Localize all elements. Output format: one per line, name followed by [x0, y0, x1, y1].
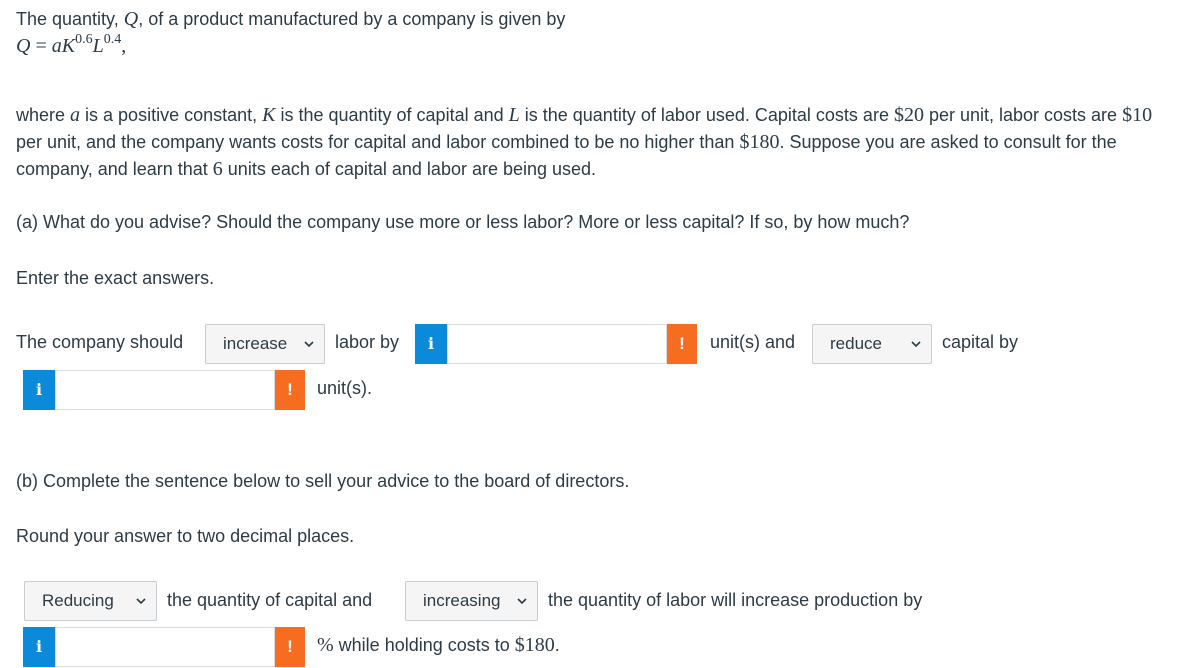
problem-text-2: is a positive constant, — [80, 105, 263, 125]
problem-text-6: per unit, and the company wants costs fo… — [16, 132, 740, 152]
var-k: K — [262, 104, 276, 126]
percent-sign: % — [317, 634, 334, 656]
intro-rest: , of a product manufactured by a company… — [138, 9, 566, 29]
formula-end: , — [121, 35, 127, 57]
part-a-text-2: labor by — [335, 332, 400, 352]
warning-icon[interactable]: ! — [275, 370, 305, 410]
warning-icon[interactable]: ! — [667, 324, 697, 364]
labor-amount-input[interactable] — [447, 324, 667, 364]
capital-action-select[interactable]: Reducing — [24, 581, 157, 621]
formula: Q = aK0.6L0.4, — [16, 32, 127, 58]
part-b-text-3: % while holding costs to $180. — [317, 625, 560, 665]
part-b-end: . — [554, 635, 560, 655]
capital-direction-select[interactable]: reduce — [812, 324, 932, 364]
var-a: a — [70, 104, 81, 126]
part-b-instruction: Round your answer to two decimal places. — [16, 526, 355, 546]
cost-labor: $10 — [1122, 104, 1153, 126]
part-a-text-1: The company should — [16, 332, 184, 352]
intro-line: The quantity, Q, of a product manufactur… — [16, 8, 565, 31]
var-q: Q — [123, 8, 139, 30]
part-b-text-2: the quantity of labor will increase prod… — [548, 590, 923, 610]
problem-paragraph: where a is a positive constant, K is the… — [16, 102, 1181, 183]
cost-capital: $20 — [893, 104, 924, 126]
capital-direction-value: reduce — [830, 334, 882, 353]
labor-action-value: increasing — [423, 591, 501, 610]
formula-q: Q — [16, 35, 31, 57]
info-icon[interactable]: i — [415, 324, 447, 364]
chevron-down-icon — [304, 341, 314, 348]
warning-icon[interactable]: ! — [275, 627, 305, 667]
labor-direction-value: increase — [223, 334, 288, 353]
formula-l: L — [92, 35, 104, 57]
info-icon[interactable]: i — [23, 627, 55, 667]
chevron-down-icon — [911, 341, 921, 348]
cost-max-b: $180 — [514, 634, 555, 656]
formula-l-exp: 0.4 — [103, 32, 122, 47]
question-panel: The quantity, Q, of a product manufactur… — [0, 0, 1191, 668]
formula-eq: = — [30, 35, 52, 57]
part-b-question: (b) Complete the sentence below to sell … — [16, 471, 630, 491]
labor-action-select[interactable]: increasing — [405, 581, 538, 621]
labor-direction-select[interactable]: increase — [205, 324, 325, 364]
units-count: 6 — [212, 158, 223, 180]
problem-text-4: is the quantity of labor used. Capital c… — [519, 105, 894, 125]
problem-text-3: is the quantity of capital and — [275, 105, 509, 125]
part-a-text-4: capital by — [942, 332, 1019, 352]
part-a-question: (a) What do you advise? Should the compa… — [16, 212, 910, 232]
production-increase-input[interactable] — [55, 627, 275, 667]
problem-text-5: per unit, labor costs are — [923, 105, 1123, 125]
capital-action-value: Reducing — [42, 591, 114, 610]
capital-amount-input[interactable] — [55, 370, 275, 410]
part-a-instruction: Enter the exact answers. — [16, 268, 215, 288]
info-icon[interactable]: i — [23, 370, 55, 410]
part-a-text-3: unit(s) and — [710, 332, 796, 352]
problem-text-1: where — [16, 105, 71, 125]
chevron-down-icon — [136, 598, 146, 605]
var-l: L — [508, 104, 520, 126]
part-b-text-4: while holding costs to — [333, 635, 515, 655]
intro-text: The quantity, — [16, 9, 124, 29]
part-b-text-1: the quantity of capital and — [167, 590, 373, 610]
problem-text-8: units each of capital and labor are bein… — [222, 159, 597, 179]
formula-a: a — [51, 35, 62, 57]
formula-k-exp: 0.6 — [75, 32, 93, 47]
cost-max: $180 — [739, 131, 780, 153]
formula-k: K — [61, 35, 76, 57]
chevron-down-icon — [517, 598, 527, 605]
part-a-text-5: unit(s). — [317, 378, 373, 398]
